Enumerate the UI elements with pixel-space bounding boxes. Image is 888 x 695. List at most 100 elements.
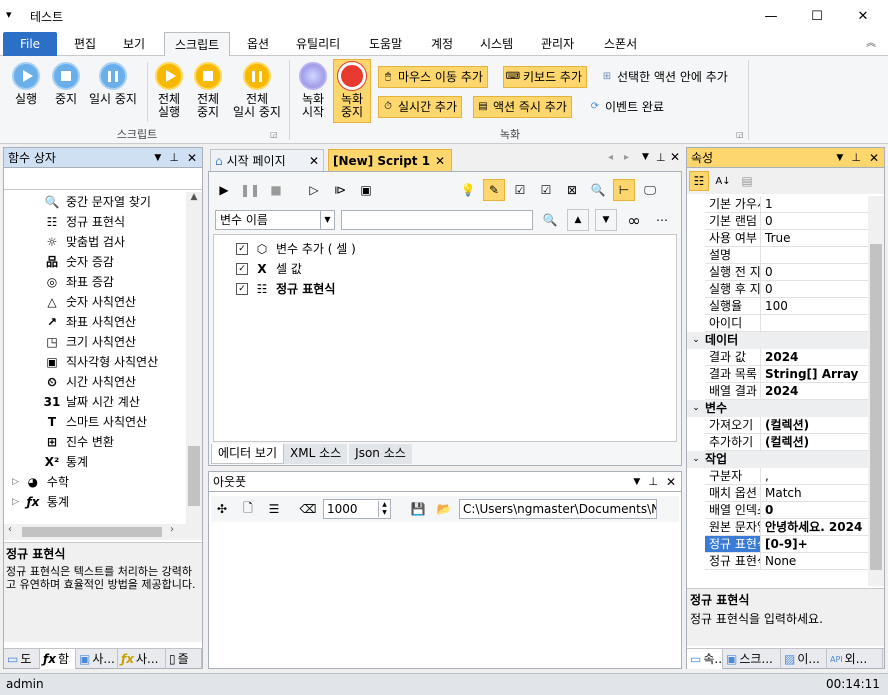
window-menu-icon[interactable]: ▾	[6, 8, 12, 21]
property-value[interactable]: 0	[761, 213, 868, 230]
tree-view-icon[interactable]: ⊢	[613, 179, 635, 201]
property-row[interactable]: 정규 표현식None	[687, 553, 868, 570]
tab-sponsor[interactable]: 스폰서	[594, 32, 647, 56]
tab-favorites[interactable]: ▯ 즐	[166, 649, 202, 669]
panel-menu-icon[interactable]: ▼	[836, 148, 843, 168]
pause-icon[interactable]: ❚❚	[239, 179, 261, 201]
checkbox-checked-icon[interactable]: ✓	[236, 243, 248, 255]
pin-icon[interactable]: ⊥	[648, 472, 658, 492]
panel-close-icon[interactable]: ✕	[869, 148, 879, 168]
function-item[interactable]: ◎ 좌표 증감	[4, 272, 186, 292]
tab-json-source[interactable]: Json 소스	[349, 444, 412, 464]
checkbox-checked-icon[interactable]: ✓	[236, 263, 248, 275]
property-row[interactable]: 매치 옵션 Match	[687, 485, 868, 502]
property-row[interactable]: 결과 값 2024	[687, 349, 868, 366]
tab-user-1[interactable]: ▣ 사...	[76, 649, 118, 669]
scroll-left-icon[interactable]: ‹	[8, 524, 12, 535]
property-value[interactable]: (컬렉션)	[761, 417, 868, 434]
checkbox-checked-icon[interactable]: ☑	[509, 179, 531, 201]
collapse-icon[interactable]: ⌄	[687, 332, 705, 349]
property-row[interactable]: 구분자,	[687, 468, 868, 485]
property-row[interactable]: 사용 여부 True	[687, 230, 868, 247]
monitor-icon[interactable]: 🖵	[639, 179, 661, 201]
infinity-icon[interactable]: ∞	[623, 209, 645, 231]
tab-account[interactable]: 계정	[421, 32, 463, 56]
property-value[interactable]: String[] Array	[761, 366, 868, 383]
tab-utility[interactable]: 유틸리티	[286, 32, 350, 56]
panel-close-icon[interactable]: ✕	[666, 472, 676, 492]
property-row[interactable]: 실행율 100	[687, 298, 868, 315]
scroll-right-icon[interactable]: ›	[170, 524, 174, 535]
pin-icon[interactable]: ⊥	[656, 151, 666, 164]
add-mouse-move-button[interactable]: 🖱 마우스 이동 추가	[378, 66, 488, 88]
play-box-icon[interactable]: ⧐	[329, 179, 351, 201]
tab-help[interactable]: 도움말	[359, 32, 412, 56]
property-value[interactable]: True	[761, 230, 868, 247]
property-category[interactable]: ⌄ 작업	[687, 451, 868, 468]
record-start-button[interactable]: 녹화 시작	[294, 62, 332, 119]
tab-external[interactable]: API 외...	[827, 649, 883, 669]
property-row[interactable]: 실행 후 지0	[687, 281, 868, 298]
function-group[interactable]: ▷ ◕ 수학	[4, 472, 186, 492]
run-all-button[interactable]: 전체 실행	[150, 62, 188, 119]
record-stop-button[interactable]: 녹화 중지	[333, 59, 371, 123]
property-value[interactable]: 1	[761, 196, 868, 213]
pause-button[interactable]: 일시 중지	[84, 62, 142, 106]
property-value[interactable]: 2024	[761, 349, 868, 366]
tab-toolbox[interactable]: ▭ 도	[4, 649, 40, 669]
function-item[interactable]: △ 숫자 사칙연산	[4, 292, 186, 312]
file-menu[interactable]: File	[3, 32, 57, 56]
action-node[interactable]: ✓ ⬡ 변수 추가 ( 셀 )	[236, 239, 676, 259]
minimize-button[interactable]: —	[748, 0, 794, 32]
more-icon[interactable]: ⋯	[651, 209, 673, 231]
tab-edit[interactable]: 편집	[64, 32, 106, 56]
property-value[interactable]: [0-9]+	[761, 536, 868, 553]
property-value[interactable]: ,	[761, 468, 868, 485]
tab-functions[interactable]: ƒx 함	[40, 649, 76, 669]
function-item[interactable]: 品 숫자 증감	[4, 252, 186, 272]
new-file-icon[interactable]: 🗋	[237, 498, 259, 520]
stop-button[interactable]: 중지	[46, 62, 86, 106]
checkbox-checked-icon[interactable]: ✓	[236, 283, 248, 295]
property-row[interactable]: 결과 목록 String[] Array	[687, 366, 868, 383]
property-value[interactable]	[761, 247, 868, 264]
property-pages-icon[interactable]: ▤	[737, 171, 757, 191]
action-node[interactable]: ✓ ☷ 정규 표현식	[236, 279, 676, 299]
tab-script-list[interactable]: ▣ 스크...	[723, 649, 781, 669]
property-row[interactable]: 배열 결과 2024	[687, 383, 868, 400]
property-scrollbar[interactable]	[868, 196, 884, 586]
tab-start-page[interactable]: ⌂ 시작 페이지 ✕	[210, 149, 324, 171]
property-row[interactable]: 기본 가우시1	[687, 196, 868, 213]
stop-all-button[interactable]: 전체 중지	[189, 62, 227, 119]
collapse-icon[interactable]: ⌄	[687, 400, 705, 417]
function-item[interactable]: ▣ 직사각형 사칙연산	[4, 352, 186, 372]
search-icon[interactable]: 🔍	[539, 209, 561, 231]
property-row[interactable]: 실행 전 지0	[687, 264, 868, 281]
arrow-up-icon[interactable]: ▲	[567, 209, 589, 231]
expand-icon[interactable]: ▷	[12, 472, 19, 492]
property-row[interactable]: 추가하기 (컬렉션)	[687, 434, 868, 451]
action-node[interactable]: ✓ X 셀 값	[236, 259, 676, 279]
expand-icon[interactable]: ▷	[12, 492, 19, 512]
function-item[interactable]: ☼ 맞춤법 검사	[4, 232, 186, 252]
search-icon[interactable]: 🔍	[587, 179, 609, 201]
tab-image[interactable]: ▨ 이...	[781, 649, 827, 669]
property-value[interactable]: 2024	[761, 383, 868, 400]
tab-list-icon[interactable]: ▼	[642, 152, 649, 162]
property-row[interactable]: 가져오기 (컬렉션)	[687, 417, 868, 434]
tab-user-2[interactable]: ƒx 사...	[118, 649, 166, 669]
panel-close-icon[interactable]: ✕	[187, 148, 197, 168]
sort-az-icon[interactable]: A↓	[713, 171, 733, 191]
function-item[interactable]: ⊞ 진수 변환	[4, 432, 186, 452]
lightbulb-icon[interactable]: 💡	[457, 179, 479, 201]
add-realtime-button[interactable]: ⏱ 실시간 추가	[378, 96, 463, 118]
editor-search-input[interactable]	[341, 210, 533, 230]
add-action-now-button[interactable]: ▤ 액션 즉시 추가	[473, 96, 572, 118]
variable-select[interactable]: 변수 이름 ▼	[215, 210, 335, 230]
property-value[interactable]: 0	[761, 264, 868, 281]
property-value[interactable]: Match	[761, 485, 868, 502]
property-row[interactable]: 기본 랜덤 0	[687, 213, 868, 230]
add-keyboard-button[interactable]: ⌨ 키보드 추가	[503, 66, 588, 88]
play-icon[interactable]: ▶	[213, 179, 235, 201]
property-value[interactable]: None	[761, 553, 868, 570]
